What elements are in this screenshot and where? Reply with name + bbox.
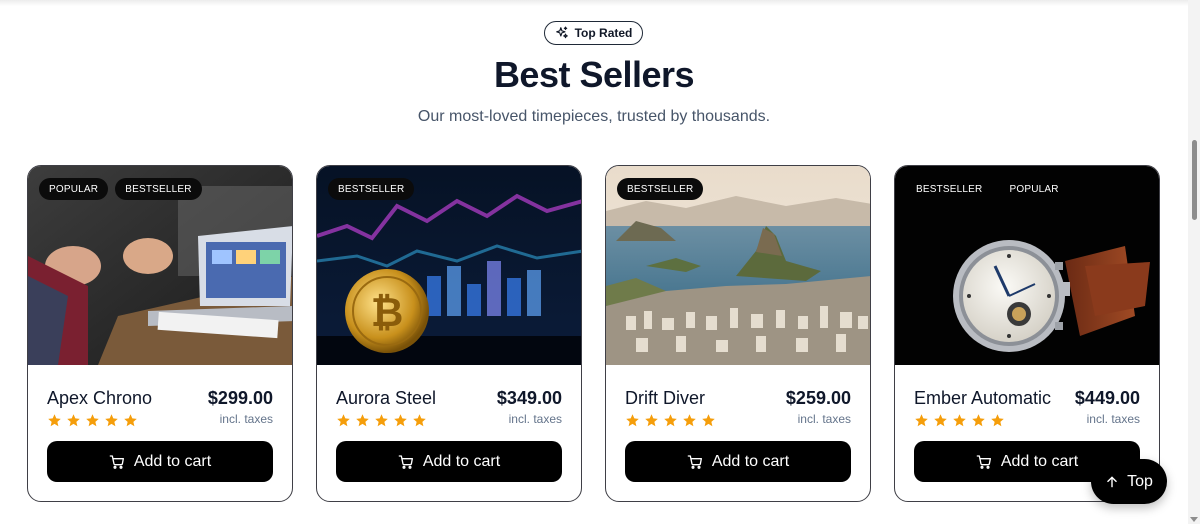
product-image[interactable]: BESTSELLER POPULAR xyxy=(895,166,1159,365)
header-shadow xyxy=(0,0,1188,6)
sparkles-icon xyxy=(555,26,568,39)
taxes-note: incl. taxes xyxy=(797,412,851,426)
product-tags: BESTSELLER xyxy=(328,178,415,200)
rating-stars xyxy=(336,413,427,428)
product-card: POPULAR BESTSELLER Apex Chrono $299.00 i… xyxy=(27,165,293,502)
add-to-cart-label: Add to cart xyxy=(133,452,212,470)
product-card: ₿ BESTSELLER Aurora Steel $349.00 incl. … xyxy=(316,165,582,502)
product-price: $299.00 xyxy=(207,388,273,408)
star-icon xyxy=(86,414,99,427)
star-icon xyxy=(105,414,118,427)
rating-stars xyxy=(625,413,716,428)
page-scrollbar[interactable] xyxy=(1188,0,1200,524)
tag-popular: POPULAR xyxy=(1009,183,1059,195)
add-to-cart-button[interactable]: Add to cart xyxy=(47,441,273,482)
scrollbar-thumb[interactable] xyxy=(1192,140,1197,220)
star-icon xyxy=(645,414,658,427)
product-tags: BESTSELLER xyxy=(617,178,704,200)
star-icon xyxy=(664,414,677,427)
product-card: BESTSELLER Drift Diver $259.00 incl. tax… xyxy=(605,165,871,502)
tag-popular: POPULAR xyxy=(39,178,109,200)
star-icon xyxy=(337,414,350,427)
product-image[interactable]: ₿ BESTSELLER xyxy=(317,166,581,365)
star-icon xyxy=(375,414,388,427)
tag-bestseller: BESTSELLER xyxy=(115,178,202,200)
product-price: $449.00 xyxy=(1074,388,1140,408)
scroll-down-arrow-icon[interactable] xyxy=(1190,517,1198,522)
top-rated-badge: Top Rated xyxy=(544,21,643,45)
star-icon xyxy=(972,414,985,427)
section-title: Best Sellers xyxy=(493,54,695,95)
product-name[interactable]: Drift Diver xyxy=(625,388,705,409)
svg-text:₿: ₿ xyxy=(371,290,404,336)
star-icon xyxy=(953,414,966,427)
star-icon xyxy=(626,414,639,427)
badge-label: Top Rated xyxy=(574,26,633,40)
add-to-cart-label: Add to cart xyxy=(1000,452,1079,470)
product-card: BESTSELLER POPULAR Ember Automatic $449.… xyxy=(894,165,1160,502)
star-icon xyxy=(915,414,928,427)
taxes-note: incl. taxes xyxy=(508,412,562,426)
star-icon xyxy=(394,414,407,427)
product-name[interactable]: Apex Chrono xyxy=(47,388,152,409)
star-icon xyxy=(413,414,426,427)
add-to-cart-button[interactable]: Add to cart xyxy=(625,441,851,482)
taxes-note: incl. taxes xyxy=(1086,412,1140,426)
cart-icon xyxy=(398,454,413,469)
back-to-top-label: Top xyxy=(1127,472,1153,490)
star-icon xyxy=(67,414,80,427)
star-icon xyxy=(683,414,696,427)
tag-bestseller: BESTSELLER xyxy=(617,178,704,200)
add-to-cart-label: Add to cart xyxy=(711,452,790,470)
star-icon xyxy=(934,414,947,427)
add-to-cart-button[interactable]: Add to cart xyxy=(336,441,562,482)
product-image[interactable]: BESTSELLER xyxy=(606,166,870,365)
tag-bestseller: BESTSELLER xyxy=(916,183,983,195)
tag-bestseller: BESTSELLER xyxy=(328,178,415,200)
product-price: $349.00 xyxy=(496,388,562,408)
cart-icon xyxy=(687,454,702,469)
star-icon xyxy=(356,414,369,427)
cart-icon xyxy=(976,454,991,469)
add-to-cart-label: Add to cart xyxy=(422,452,501,470)
rating-stars xyxy=(47,413,138,428)
arrow-up-icon xyxy=(1107,476,1117,487)
product-name[interactable]: Ember Automatic xyxy=(914,388,1051,409)
cart-icon xyxy=(109,454,124,469)
star-icon xyxy=(48,414,61,427)
product-name[interactable]: Aurora Steel xyxy=(336,388,436,409)
back-to-top-button[interactable]: Top xyxy=(1091,459,1167,504)
rating-stars xyxy=(914,413,1005,428)
taxes-note: incl. taxes xyxy=(219,412,273,426)
star-icon xyxy=(991,414,1004,427)
product-image[interactable]: POPULAR BESTSELLER xyxy=(28,166,292,365)
star-icon xyxy=(124,414,137,427)
star-icon xyxy=(702,414,715,427)
section-subtitle: Our most-loved timepieces, trusted by th… xyxy=(417,108,771,125)
product-tags: POPULAR BESTSELLER xyxy=(39,178,202,200)
product-tags: BESTSELLER POPULAR xyxy=(906,178,1069,200)
product-price: $259.00 xyxy=(785,388,851,408)
